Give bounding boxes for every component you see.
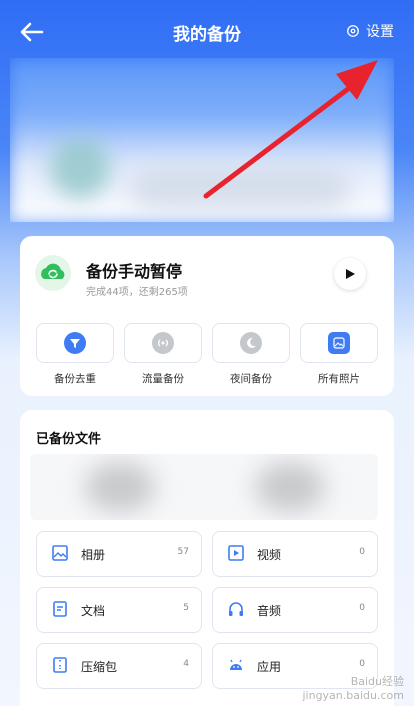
backup-status-card: 备份手动暂停 完成44项，还剩265项 备份去重 流量备份 夜间备份 所有照片 [20, 236, 394, 396]
backed-up-files-card: 已备份文件 相册 57 视频 0 文档 5 音频 0 压缩包 4 应用 0 [20, 410, 394, 706]
settings-button[interactable]: 设置 [346, 21, 394, 41]
file-category-grid: 相册 57 视频 0 文档 5 音频 0 压缩包 4 应用 0 [36, 531, 378, 689]
action-label: 所有照片 [318, 373, 360, 385]
category-video[interactable]: 视频 0 [212, 531, 378, 577]
photo-icon [328, 332, 350, 354]
action-label: 备份去重 [54, 373, 96, 385]
category-label: 音频 [257, 604, 282, 618]
category-count: 57 [177, 547, 189, 557]
category-label: 文档 [81, 604, 106, 618]
category-label: 视频 [257, 548, 282, 562]
blurred-banner [10, 58, 394, 222]
android-icon [230, 659, 242, 670]
action-night[interactable]: 夜间备份 [212, 323, 290, 386]
headphones-icon [229, 602, 243, 616]
category-count: 0 [359, 659, 365, 669]
header-bar: 我的备份 设置 [0, 0, 414, 62]
video-icon [228, 545, 244, 561]
action-mobile-data[interactable]: 流量备份 [124, 323, 202, 386]
filter-icon [64, 332, 86, 354]
category-album[interactable]: 相册 57 [36, 531, 202, 577]
moon-icon [240, 332, 262, 354]
category-label: 压缩包 [81, 660, 118, 674]
section-title: 已备份文件 [36, 432, 102, 447]
album-icon [52, 545, 68, 561]
signal-icon [152, 332, 174, 354]
category-audio[interactable]: 音频 0 [212, 587, 378, 633]
category-count: 5 [183, 603, 189, 613]
settings-label: 设置 [366, 24, 394, 40]
action-label: 夜间备份 [230, 373, 272, 385]
watermark: Baidu经验 jingyan.baidu.com [302, 675, 404, 702]
gear-icon [347, 25, 359, 37]
action-all-photos[interactable]: 所有照片 [300, 323, 378, 386]
play-icon [346, 269, 355, 279]
action-dedupe[interactable]: 备份去重 [36, 323, 114, 386]
category-count: 4 [183, 659, 189, 669]
backup-progress-text: 完成44项，还剩265项 [86, 287, 188, 298]
category-count: 0 [359, 603, 365, 613]
blurred-preview [30, 454, 378, 520]
backup-status-title: 备份手动暂停 [86, 262, 183, 281]
cloud-sync-icon [35, 255, 71, 291]
action-label: 流量备份 [142, 373, 184, 385]
document-icon [53, 601, 67, 617]
category-label: 相册 [81, 548, 106, 562]
category-document[interactable]: 文档 5 [36, 587, 202, 633]
category-archive[interactable]: 压缩包 4 [36, 643, 202, 689]
category-count: 0 [359, 547, 365, 557]
resume-button[interactable] [334, 258, 366, 290]
archive-icon [53, 657, 67, 673]
category-label: 应用 [257, 660, 282, 674]
backup-actions: 备份去重 流量备份 夜间备份 所有照片 [36, 323, 378, 386]
